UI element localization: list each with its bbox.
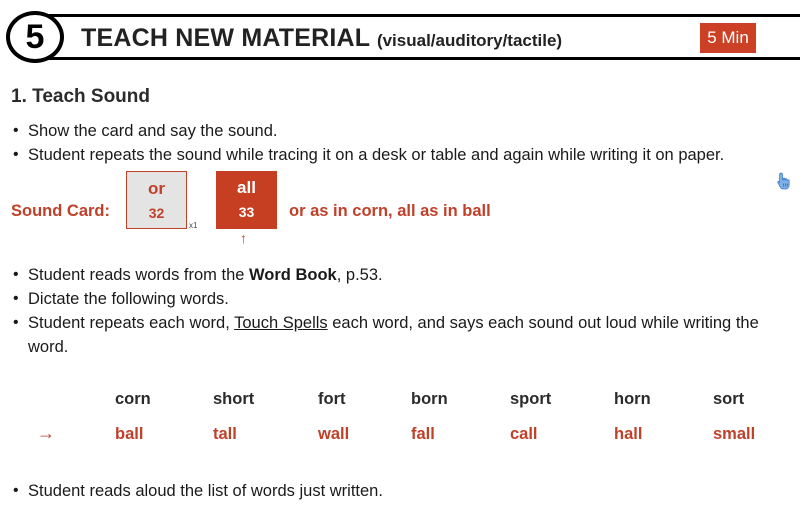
word-item: call: [510, 425, 538, 443]
list-item-text: Student repeats each word,: [28, 314, 235, 332]
instruction-list-a: Show the card and say the sound. Student…: [11, 119, 801, 167]
time-badge: 5 Min: [700, 23, 756, 53]
word-item: sport: [510, 390, 552, 408]
sound-card-description: or as in corn, all as in ball: [289, 202, 491, 220]
sound-card-number: 33: [238, 204, 255, 220]
header-subtitle: (visual/auditory/tactile): [376, 31, 563, 50]
word-item: ball: [115, 425, 144, 443]
sound-card-or[interactable]: or 32: [126, 171, 187, 229]
hand-cursor-icon: [777, 172, 790, 190]
list-item: Student reads aloud the list of words ju…: [11, 479, 801, 503]
header-top-rule: [36, 14, 800, 17]
word-item: fall: [411, 425, 435, 443]
word-item: small: [713, 425, 756, 443]
sound-card-word: or: [148, 179, 165, 198]
word-item: born: [411, 390, 448, 408]
list-item-text: Student reads words from the: [28, 266, 250, 284]
list-item: Student reads words from the Word Book, …: [11, 263, 801, 287]
section-header: 5 TEACH NEW MATERIAL (visual/auditory/ta…: [6, 11, 800, 63]
header-bottom-rule: [36, 57, 800, 60]
word-item: sort: [713, 390, 745, 408]
word-item: short: [213, 390, 255, 408]
instruction-list-c: Student reads aloud the list of words ju…: [11, 479, 801, 503]
sound-card-all[interactable]: all 33: [216, 171, 277, 229]
section-title: 1. Teach Sound: [11, 86, 151, 107]
step-number-badge: 5: [6, 11, 64, 63]
word-item: tall: [213, 425, 237, 443]
arrow-right-icon: →: [37, 423, 55, 443]
sound-card-word: all: [237, 178, 256, 197]
page-title: TEACH NEW MATERIAL (visual/auditory/tact…: [81, 24, 562, 53]
list-item-text: , p.53.: [336, 266, 383, 284]
list-item: Student repeats each word, Touch Spells …: [11, 311, 801, 359]
word-item: hall: [614, 425, 643, 443]
touch-spells-link[interactable]: Touch Spells: [234, 314, 328, 332]
list-item: Dictate the following words.: [11, 287, 801, 311]
list-item: Student repeats the sound while tracing …: [11, 143, 801, 167]
word-item: fort: [318, 390, 346, 408]
sound-card-note: x1: [189, 221, 198, 230]
arrow-up-icon: ↑: [240, 230, 247, 246]
header-title-text: TEACH NEW MATERIAL: [81, 24, 370, 52]
word-item: wall: [318, 425, 350, 443]
instruction-list-b: Student reads words from the Word Book, …: [11, 263, 801, 359]
word-item: corn: [115, 390, 151, 408]
word-book-reference: Word Book: [249, 266, 337, 284]
sound-card-number: 32: [148, 205, 165, 221]
sound-card-label: Sound Card:: [11, 202, 110, 220]
word-item: horn: [614, 390, 651, 408]
list-item: Show the card and say the sound.: [11, 119, 801, 143]
